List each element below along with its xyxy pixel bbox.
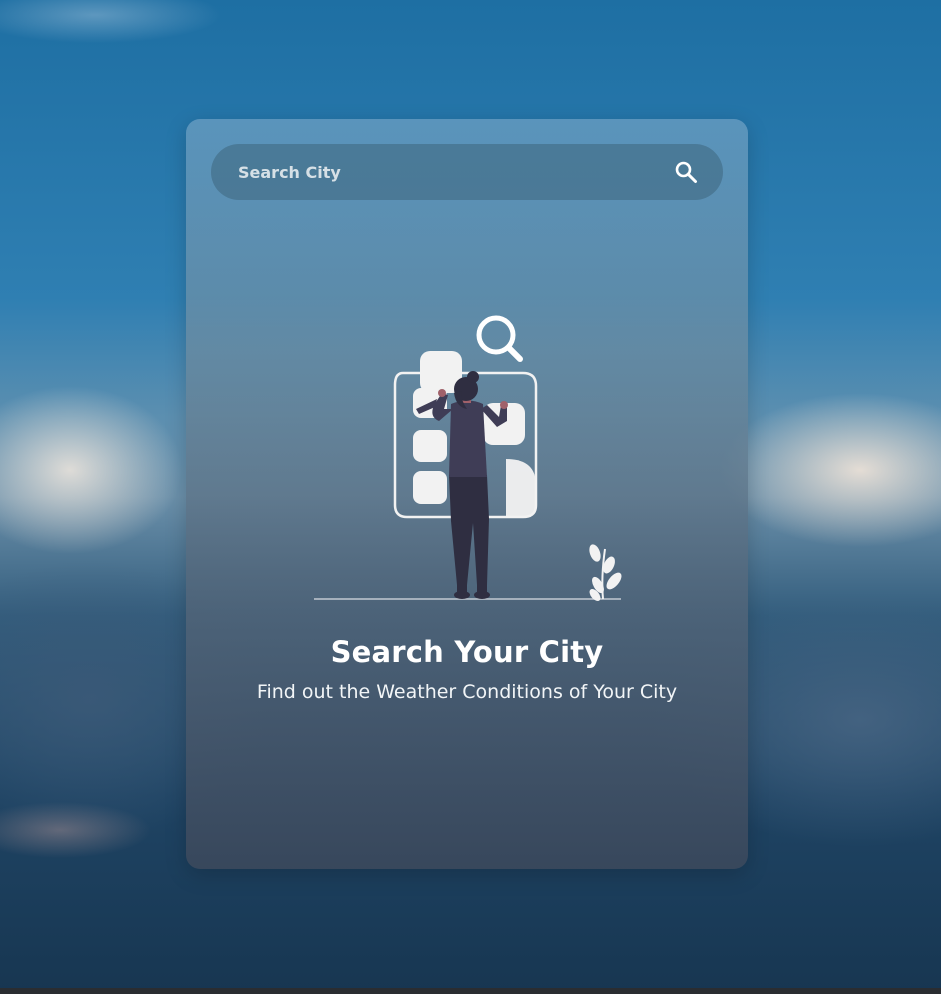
- bottom-strip: [0, 988, 941, 994]
- search-icon: [675, 161, 697, 183]
- weather-card: Search Your City Find out the Weather Co…: [186, 119, 748, 869]
- person-searching-illustration: [314, 315, 622, 601]
- search-input[interactable]: [238, 144, 671, 200]
- app-tile: [413, 471, 447, 504]
- search-bar: [211, 144, 723, 200]
- empty-state-subtitle: Find out the Weather Conditions of Your …: [256, 681, 678, 703]
- empty-state-title: Search Your City: [330, 635, 604, 669]
- app-tile: [413, 430, 447, 462]
- plant-icon: [589, 544, 622, 601]
- search-button[interactable]: [671, 157, 701, 187]
- magnifier-icon: [476, 315, 523, 362]
